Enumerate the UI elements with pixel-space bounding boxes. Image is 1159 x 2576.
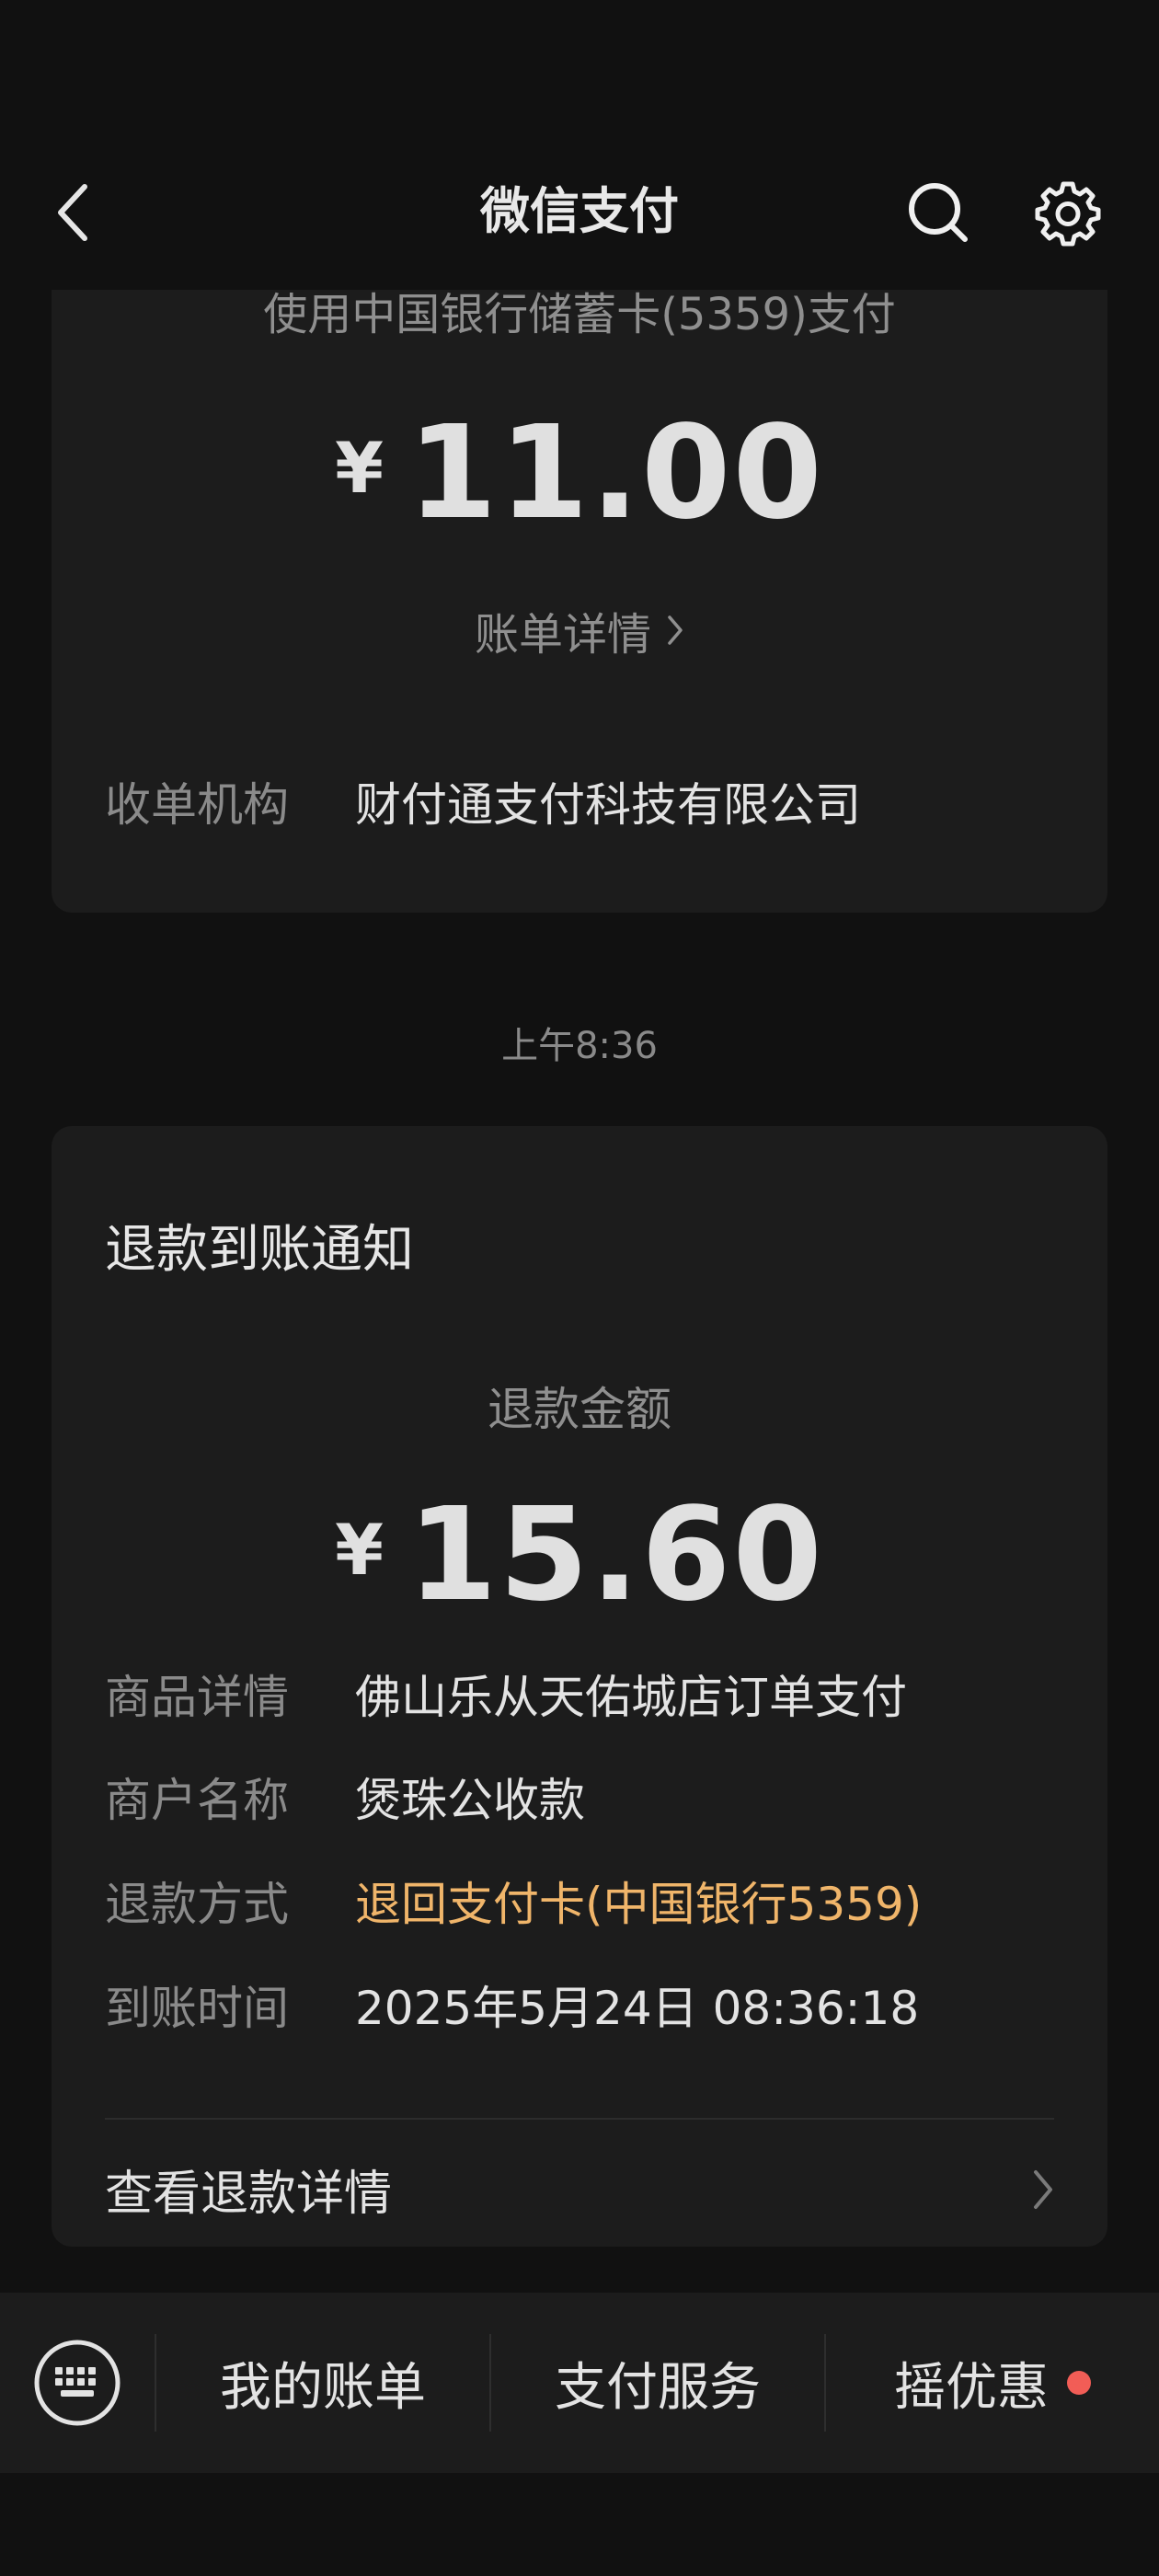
payment-notice-card[interactable]: 使用中国银行储蓄卡(5359)支付 ¥ 11.00 账单详情 收单机构 财付通支… xyxy=(52,221,1107,913)
refund-notice-card[interactable]: 退款到账通知 退款金额 ¥ 15.60 商品详情 佛山乐从天佑城店订单支付 商户… xyxy=(52,1126,1107,2247)
keyboard-icon xyxy=(34,2340,120,2426)
message-timestamp: 上午8:36 xyxy=(501,1025,658,1067)
row-label: 商品详情 xyxy=(105,1671,289,1724)
bill-details-link[interactable]: 账单详情 xyxy=(52,598,1107,662)
search-button[interactable] xyxy=(906,180,970,245)
merchant-name-row: 商户名称 煲珠公收款 xyxy=(105,1770,585,1831)
chevron-right-icon xyxy=(666,614,684,647)
chevron-right-icon xyxy=(1034,2169,1052,2209)
payment-method-text: 使用中国银行储蓄卡(5359)支付 xyxy=(263,289,896,340)
acquirer-row: 收单机构 财付通支付科技有限公司 xyxy=(105,775,861,835)
payment-amount: ¥ 11.00 xyxy=(52,405,1107,543)
top-navigation-bar: 微信支付 xyxy=(0,0,1159,290)
row-label: 退款方式 xyxy=(105,1878,289,1931)
menu-label: 支付服务 xyxy=(555,2357,761,2418)
keyboard-toggle-button[interactable] xyxy=(0,2293,155,2473)
page-title: 微信支付 xyxy=(480,182,679,240)
menu-label: 我的账单 xyxy=(220,2357,426,2418)
row-value: 2025年5月24日 08:36:18 xyxy=(355,1982,920,2035)
currency-symbol: ¥ xyxy=(335,427,384,509)
row-label: 商户名称 xyxy=(105,1774,289,1827)
menu-shake-discounts[interactable]: 摇优惠 xyxy=(826,2293,1159,2473)
refund-amount-label: 退款金额 xyxy=(488,1383,671,1436)
settings-button[interactable] xyxy=(1035,180,1101,247)
divider xyxy=(105,2118,1054,2120)
row-label: 到账时间 xyxy=(105,1982,289,2035)
row-value: 佛山乐从天佑城店订单支付 xyxy=(355,1671,907,1724)
row-label: 收单机构 xyxy=(105,778,289,832)
amount-value: 11.00 xyxy=(407,398,824,548)
bill-details-label: 账单详情 xyxy=(474,609,651,661)
menu-payment-services[interactable]: 支付服务 xyxy=(491,2293,824,2473)
notification-dot xyxy=(1067,2371,1091,2395)
arrival-time-row: 到账时间 2025年5月24日 08:36:18 xyxy=(105,1978,919,2039)
amount-value: 15.60 xyxy=(407,1480,824,1630)
menu-label: 摇优惠 xyxy=(894,2357,1049,2418)
view-refund-details-link[interactable]: 查看退款详情 xyxy=(105,2155,1054,2224)
bottom-menu-bar: 我的账单 支付服务 摇优惠 xyxy=(0,2293,1159,2473)
refund-amount: ¥ 15.60 xyxy=(52,1487,1107,1625)
menu-my-bills[interactable]: 我的账单 xyxy=(156,2293,489,2473)
search-icon xyxy=(909,183,968,242)
gear-icon xyxy=(1035,181,1101,247)
card-title: 退款到账通知 xyxy=(105,1220,414,1280)
row-value: 退回支付卡(中国银行5359) xyxy=(355,1878,923,1931)
view-refund-details-label: 查看退款详情 xyxy=(105,2167,393,2222)
row-value: 财付通支付科技有限公司 xyxy=(355,778,861,832)
currency-symbol: ¥ xyxy=(335,1509,384,1591)
refund-method-row: 退款方式 退回支付卡(中国银行5359) xyxy=(105,1874,922,1935)
product-details-row: 商品详情 佛山乐从天佑城店订单支付 xyxy=(105,1667,907,1728)
row-value: 煲珠公收款 xyxy=(355,1774,585,1827)
